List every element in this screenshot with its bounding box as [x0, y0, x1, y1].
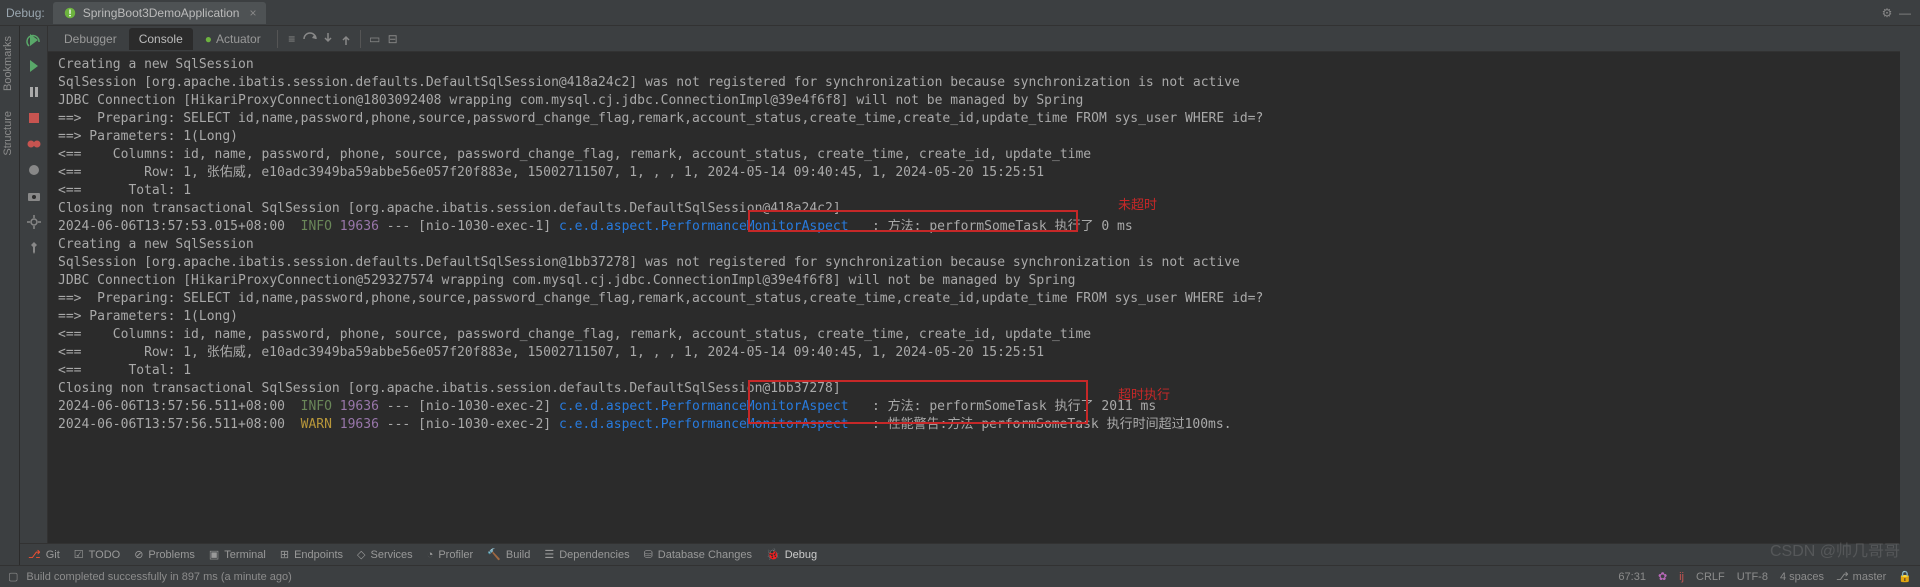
- threads-icon[interactable]: ≡: [284, 31, 300, 47]
- console-line: ==> Preparing: SELECT id,name,password,p…: [58, 290, 1890, 308]
- structure-tab[interactable]: Structure: [0, 101, 16, 166]
- console-line: JDBC Connection [HikariProxyConnection@5…: [58, 272, 1890, 290]
- status-build-message: Build completed successfully in 897 ms (…: [26, 571, 291, 583]
- status-line-sep[interactable]: CRLF: [1696, 571, 1725, 583]
- build-icon: 🔨: [487, 548, 501, 561]
- console-line: Closing non transactional SqlSession [or…: [58, 380, 1890, 398]
- tab-actuator[interactable]: ●Actuator: [195, 28, 271, 50]
- annotation-label-timeout: 超时执行: [1118, 387, 1170, 405]
- stop-icon[interactable]: [26, 110, 42, 126]
- tab-debugger[interactable]: Debugger: [54, 28, 127, 50]
- step-into-icon[interactable]: [320, 31, 336, 47]
- console-line: JDBC Connection [HikariProxyConnection@1…: [58, 92, 1890, 110]
- console-line: <== Total: 1: [58, 182, 1890, 200]
- problems-icon: ⊘: [134, 548, 143, 561]
- camera-icon[interactable]: [26, 188, 42, 204]
- tw-profiler[interactable]: ◔Profiler: [427, 549, 474, 561]
- status-indent[interactable]: 4 spaces: [1780, 571, 1824, 583]
- step-out-icon[interactable]: [338, 31, 354, 47]
- console-line: Closing non transactional SqlSession [or…: [58, 200, 1890, 218]
- tw-endpoints[interactable]: ⊞Endpoints: [280, 548, 343, 561]
- debug-topbar: Debug: SpringBoot3DemoApplication × ⚙ —: [0, 0, 1920, 26]
- actuator-icon: ●: [205, 32, 212, 46]
- close-icon[interactable]: ×: [249, 6, 256, 20]
- tw-services[interactable]: ◇Services: [357, 548, 413, 561]
- console-line: <== Row: 1, 张佑威, e10adc3949ba59abbe56e05…: [58, 164, 1890, 182]
- tw-debug[interactable]: 🐞Debug: [766, 548, 817, 561]
- console-line: 2024-06-06T13:57:53.015+08:00 INFO 19636…: [58, 218, 1890, 236]
- run-config-name: SpringBoot3DemoApplication: [83, 6, 240, 20]
- bookmarks-tab[interactable]: Bookmarks: [0, 26, 16, 101]
- terminal-icon: ▣: [209, 548, 219, 561]
- resume-icon[interactable]: [26, 58, 42, 74]
- step-over-icon[interactable]: [302, 31, 318, 47]
- branch-icon: ⎇: [1836, 570, 1849, 583]
- rerun-icon[interactable]: [26, 32, 42, 48]
- tw-git[interactable]: ⎇Git: [28, 548, 60, 561]
- mute-breakpoints-icon[interactable]: [26, 162, 42, 178]
- tw-terminal[interactable]: ▣Terminal: [209, 548, 266, 561]
- tw-dependencies[interactable]: ☰Dependencies: [544, 548, 629, 561]
- pin-icon[interactable]: [26, 240, 42, 256]
- console-line: ==> Parameters: 1(Long): [58, 308, 1890, 326]
- console-line: <== Columns: id, name, password, phone, …: [58, 326, 1890, 344]
- debug-tab-strip: Debugger Console ●Actuator ≡ ▭ ⊟ ↵: [48, 26, 1920, 52]
- annotation-label-not-timeout: 未超时: [1118, 197, 1157, 215]
- tw-dbchanges[interactable]: ⛁Database Changes: [644, 548, 752, 561]
- minimize-icon[interactable]: —: [1896, 6, 1914, 20]
- console-line: <== Columns: id, name, password, phone, …: [58, 146, 1890, 164]
- endpoints-icon: ⊞: [280, 548, 289, 561]
- console-line: ==> Parameters: 1(Long): [58, 128, 1890, 146]
- settings-icon[interactable]: [26, 214, 42, 230]
- status-tool-icon[interactable]: ✿: [1658, 570, 1667, 583]
- console-line: 2024-06-06T13:57:56.511+08:00 WARN 19636…: [58, 416, 1890, 434]
- tab-console[interactable]: Console: [129, 28, 193, 50]
- debug-icon: 🐞: [766, 548, 780, 561]
- status-encoding[interactable]: UTF-8: [1737, 571, 1768, 583]
- tw-problems[interactable]: ⊘Problems: [134, 548, 195, 561]
- console-line: <== Total: 1: [58, 362, 1890, 380]
- evaluate-icon[interactable]: ▭: [367, 31, 383, 47]
- status-git-branch[interactable]: ⎇master: [1836, 570, 1886, 583]
- console-line: 2024-06-06T13:57:56.511+08:00 INFO 19636…: [58, 398, 1890, 416]
- status-caret-pos[interactable]: 67:31: [1618, 571, 1646, 583]
- view-breakpoints-icon[interactable]: [26, 136, 42, 152]
- console-line: SqlSession [org.apache.ibatis.session.de…: [58, 254, 1890, 272]
- pause-icon[interactable]: [26, 84, 42, 100]
- dbchanges-icon: ⛁: [644, 548, 653, 561]
- gear-icon[interactable]: ⚙: [1878, 6, 1896, 20]
- console-line: Creating a new SqlSession: [58, 56, 1890, 74]
- console-output[interactable]: Creating a new SqlSession SqlSession [or…: [48, 52, 1900, 565]
- todo-icon: ☑: [74, 548, 84, 561]
- debug-label: Debug:: [6, 6, 45, 20]
- console-line: <== Row: 1, 张佑威, e10adc3949ba59abbe56e05…: [58, 344, 1890, 362]
- dependencies-icon: ☰: [544, 548, 554, 561]
- left-ribbon: Bookmarks Structure: [0, 26, 20, 565]
- tw-todo[interactable]: ☑TODO: [74, 548, 120, 561]
- tool-window-bar: ⎇Git ☑TODO ⊘Problems ▣Terminal ⊞Endpoint…: [20, 543, 1900, 565]
- tw-toggle-icon[interactable]: ▢: [8, 570, 18, 583]
- status-tool2-icon[interactable]: ĳ: [1679, 571, 1684, 583]
- trace-icon[interactable]: ⊟: [385, 31, 401, 47]
- console-line: ==> Preparing: SELECT id,name,password,p…: [58, 110, 1890, 128]
- profiler-icon: ◔: [427, 549, 434, 561]
- spring-boot-icon: [63, 6, 77, 20]
- console-line: Creating a new SqlSession: [58, 236, 1890, 254]
- right-ribbon: [1900, 26, 1920, 565]
- services-icon: ◇: [357, 548, 365, 561]
- console-line: SqlSession [org.apache.ibatis.session.de…: [58, 74, 1890, 92]
- tw-build[interactable]: 🔨Build: [487, 548, 530, 561]
- run-config-tab[interactable]: SpringBoot3DemoApplication ×: [53, 2, 267, 24]
- debug-tool-column: [20, 26, 48, 565]
- status-bar: ▢ Build completed successfully in 897 ms…: [0, 565, 1920, 587]
- git-icon: ⎇: [28, 548, 41, 561]
- status-lock-icon[interactable]: 🔒: [1898, 570, 1912, 583]
